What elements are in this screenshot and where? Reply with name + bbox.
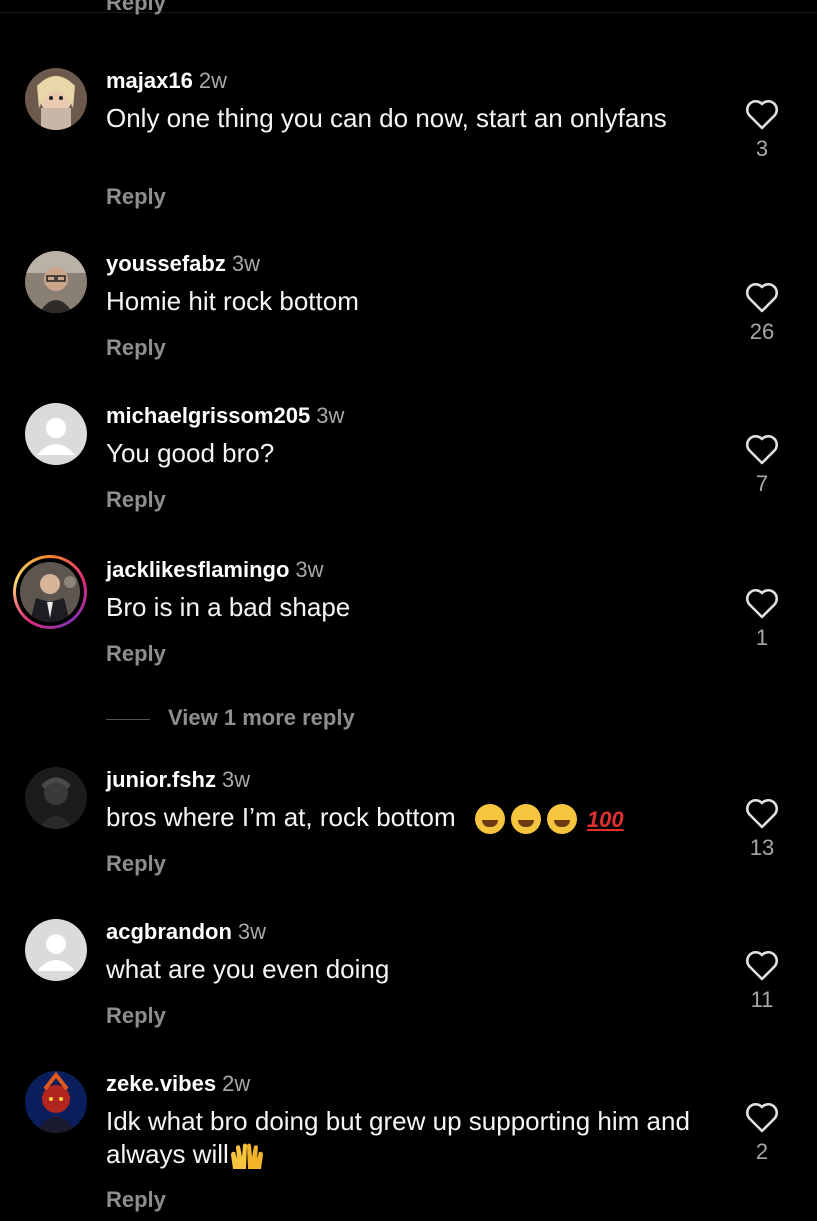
view-more-label: View 1 more reply (168, 705, 355, 730)
like-count: 1 (755, 625, 769, 650)
like-control: 13 (742, 797, 782, 861)
comment-header: acgbrandon 3w (106, 919, 266, 945)
user-silhouette-icon[interactable] (25, 403, 87, 465)
username[interactable]: michaelgrissom205 (106, 403, 310, 428)
comment-header: zeke.vibes 2w (106, 1071, 250, 1097)
reply-button[interactable]: Reply (106, 851, 166, 877)
username[interactable]: youssefabz (106, 251, 226, 276)
heart-outline-icon[interactable] (744, 281, 780, 313)
comment-text: Idk what bro doing but grew up supportin… (106, 1105, 726, 1171)
hundred-emoji-icon: 100 (586, 806, 624, 832)
like-count: 2 (755, 1139, 769, 1164)
comment-text-body: bros where I’m at, rock bottom (106, 802, 456, 832)
comment-header: michaelgrissom205 3w (106, 403, 344, 429)
reply-button[interactable]: Reply (106, 1003, 166, 1029)
reply-button[interactable]: Reply (106, 487, 166, 513)
crying-emoji-icon (474, 804, 505, 835)
timestamp: 3w (295, 557, 324, 582)
like-control: 7 (742, 433, 782, 497)
like-control: 26 (742, 281, 782, 345)
like-control: 3 (742, 98, 782, 162)
avatar[interactable] (25, 251, 87, 313)
comment-text: Bro is in a bad shape (106, 592, 351, 622)
timestamp: 3w (237, 919, 267, 944)
comment-text: bros where I’m at, rock bottom 100 (106, 801, 726, 836)
comment-item: majax16 2w Only one thing you can do now,… (0, 68, 817, 218)
divider (106, 718, 150, 720)
username[interactable]: acgbrandon (106, 919, 232, 944)
timestamp: 3w (316, 403, 345, 428)
avatar[interactable] (25, 1071, 87, 1133)
reply-button[interactable]: Reply (106, 1187, 166, 1213)
comment-item: zeke.vibes 2w Idk what bro doing but grew… (0, 1071, 817, 1221)
username[interactable]: jacklikesflamingo (106, 557, 289, 582)
raising-hands-emoji-icon (230, 1143, 263, 1170)
comment-header: junior.fshz 3w (106, 767, 250, 793)
heart-outline-icon[interactable] (744, 1101, 780, 1133)
avatar[interactable] (25, 68, 87, 130)
view-more-replies-button[interactable]: View 1 more reply (106, 705, 355, 731)
timestamp: 2w (222, 1071, 251, 1096)
avatar-story-ring[interactable] (13, 555, 87, 629)
username[interactable]: majax16 (106, 68, 193, 93)
like-control: 11 (742, 949, 782, 1013)
reply-button[interactable]: Reply (106, 184, 166, 210)
heart-outline-icon[interactable] (744, 949, 780, 981)
like-count: 7 (755, 471, 769, 496)
rofl-emoji-icon (510, 804, 541, 835)
user-silhouette-icon[interactable] (25, 919, 87, 981)
comment-item: youssefabz 3w Homie hit rock bottom Reply… (0, 251, 817, 401)
like-control: 1 (742, 587, 782, 651)
rofl-emoji-icon (546, 804, 577, 835)
reply-button[interactable]: Reply (106, 335, 166, 361)
heart-outline-icon[interactable] (744, 797, 780, 829)
comment-text-body: Idk what bro doing but grew up supportin… (106, 1106, 690, 1169)
comment-header: majax16 2w (106, 68, 227, 94)
comment-item: acgbrandon 3w what are you even doing Rep… (0, 919, 817, 1069)
heart-outline-icon[interactable] (744, 433, 780, 465)
comment-text: Only one thing you can do now, start an … (106, 103, 667, 133)
heart-outline-icon[interactable] (744, 98, 780, 130)
like-count: 26 (749, 319, 775, 344)
avatar[interactable] (25, 767, 87, 829)
like-count: 13 (749, 835, 775, 860)
comment-text: what are you even doing (106, 954, 390, 984)
heart-outline-icon[interactable] (744, 587, 780, 619)
comment-header: youssefabz 3w (106, 251, 260, 277)
comment-item: michaelgrissom205 3w You good bro? Reply … (0, 403, 817, 553)
username[interactable]: junior.fshz (106, 767, 216, 792)
comment-text: You good bro? (106, 438, 275, 468)
reply-button[interactable]: Reply (106, 0, 166, 16)
username[interactable]: zeke.vibes (106, 1071, 216, 1096)
timestamp: 2w (198, 68, 227, 93)
comment-item: jacklikesflamingo 3w Bro is in a bad shap… (0, 555, 817, 715)
like-control: 2 (742, 1101, 782, 1165)
timestamp: 3w (222, 767, 251, 792)
comment-item: junior.fshz 3w bros where I’m at, rock bo… (0, 767, 817, 917)
like-count: 3 (755, 136, 769, 161)
comment-header: jacklikesflamingo 3w (106, 557, 324, 583)
timestamp: 3w (231, 251, 260, 276)
comment-text: Homie hit rock bottom (106, 286, 359, 316)
like-count: 11 (750, 987, 774, 1012)
reply-button[interactable]: Reply (106, 641, 166, 667)
